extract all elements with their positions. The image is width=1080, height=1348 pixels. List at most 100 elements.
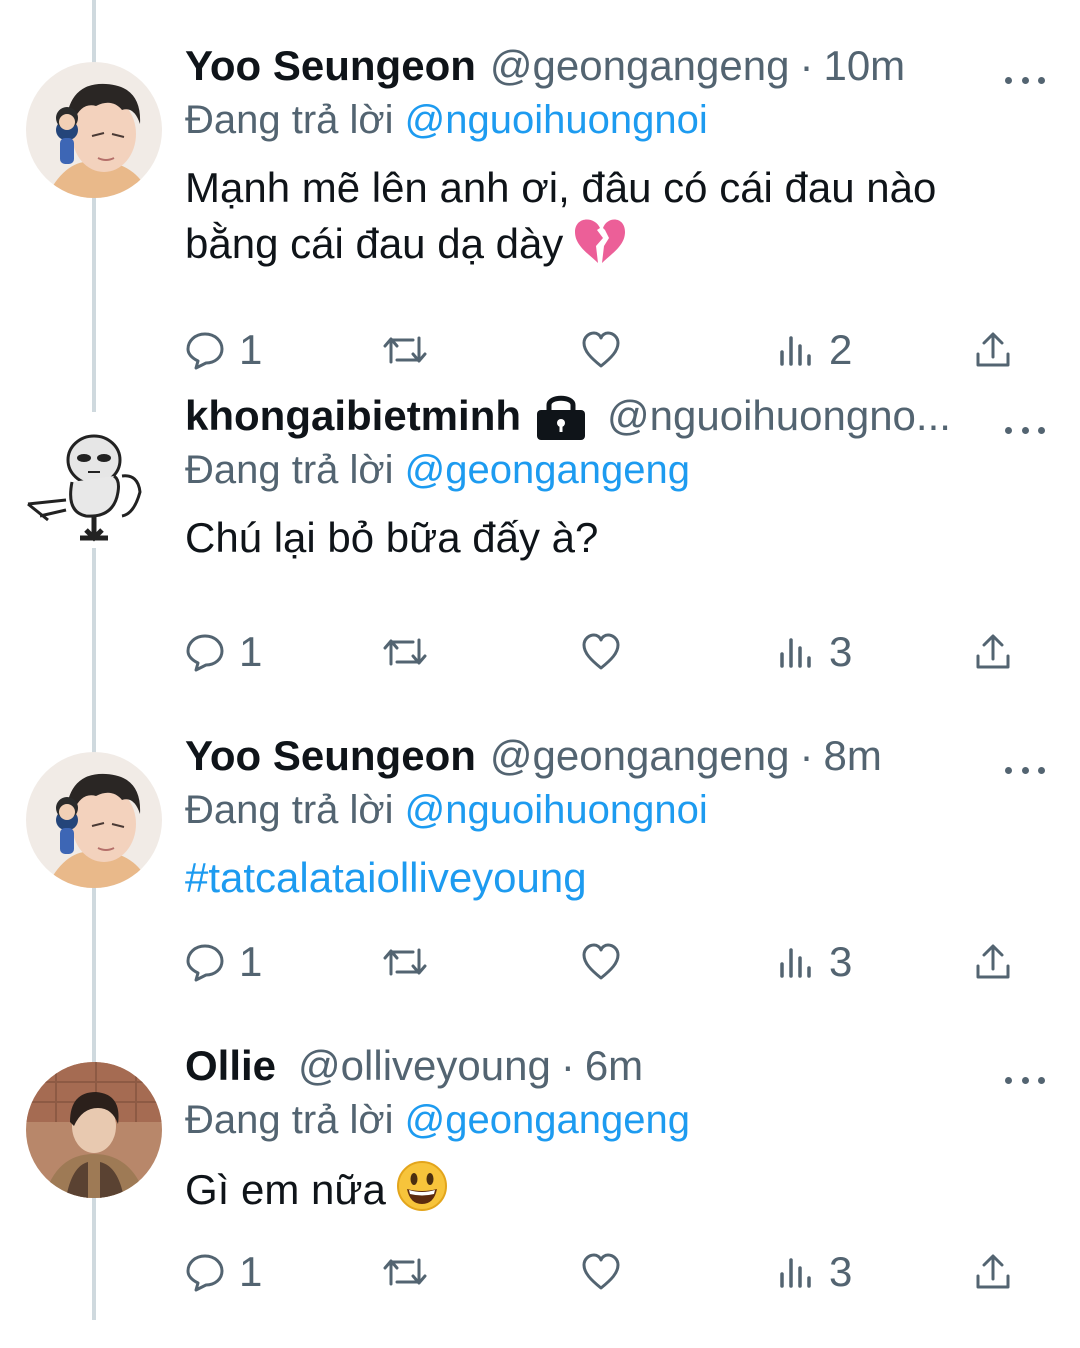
retweet-icon (383, 1258, 427, 1286)
tweet-text: Chú lại bỏ bữa đấy à? (185, 510, 1045, 566)
display-name[interactable]: khongaibietminh (185, 392, 521, 440)
user-handle[interactable]: @olliveyoung (298, 1042, 551, 1090)
reply-count: 1 (239, 326, 263, 373)
timestamp[interactable]: 8m (823, 732, 881, 780)
avatar[interactable] (26, 62, 162, 198)
user-handle[interactable]: @geongangeng (490, 732, 790, 780)
like-button[interactable] (581, 622, 621, 682)
tweet-text-line: Mạnh mẽ lên anh ơi, đâu có cái đau nào (185, 164, 937, 211)
replying-to: Đang trả lời @geongangeng (185, 448, 690, 493)
views-chart-icon (780, 336, 811, 366)
reply-button[interactable]: 1 (185, 932, 262, 992)
heart-icon (582, 943, 620, 980)
reply-button[interactable]: 1 (185, 622, 262, 682)
broken-heart-icon (573, 216, 627, 280)
tweet-1[interactable]: Yoo Seungeon @geongangeng · 10m Đang trả… (0, 28, 1080, 373)
tweet-actions: 1 3 (185, 1242, 1045, 1302)
reply-mention-link[interactable]: @geongangeng (405, 1098, 690, 1142)
reply-button[interactable]: 1 (185, 1242, 262, 1302)
tweet-text-line: Chú lại bỏ bữa đấy à? (185, 514, 599, 561)
retweet-icon (383, 638, 427, 666)
like-button[interactable] (581, 932, 621, 992)
display-name[interactable]: Yoo Seungeon (185, 732, 476, 780)
reply-count: 1 (239, 938, 263, 985)
hashtag-link[interactable]: #tatcalataiolliveyoung (185, 854, 587, 901)
tweet-actions: 1 2 (185, 320, 1045, 380)
share-icon (976, 1254, 1010, 1289)
tweet-actions: 1 3 (185, 932, 1045, 992)
like-button[interactable] (581, 1242, 621, 1302)
replying-to-label: Đang trả lời (185, 788, 394, 832)
heart-icon (582, 1253, 620, 1290)
display-name[interactable]: Yoo Seungeon (185, 42, 476, 90)
more-options-icon[interactable] (1005, 418, 1045, 442)
tweet-text: Gì em nữa (185, 1160, 1045, 1226)
more-options-icon[interactable] (1005, 1068, 1045, 1092)
like-button[interactable] (581, 320, 621, 380)
tweet-header: Ollie @olliveyoung · 6m (185, 1038, 985, 1094)
share-icon (976, 634, 1010, 669)
replying-to-label: Đang trả lời (185, 1098, 394, 1142)
share-button[interactable] (973, 1242, 1013, 1302)
reply-count: 1 (239, 628, 263, 675)
share-icon (976, 944, 1010, 979)
reply-icon (186, 944, 224, 982)
tweet-actions: 1 3 (185, 622, 1045, 682)
tweet-text: Mạnh mẽ lên anh ơi, đâu có cái đau nào b… (185, 160, 1045, 280)
tweet-header: Yoo Seungeon @geongangeng · 8m (185, 728, 985, 784)
avatar[interactable] (26, 1062, 162, 1198)
retweet-button[interactable] (383, 932, 427, 992)
views-button[interactable]: 3 (779, 622, 852, 682)
tweet-4[interactable]: Ollie @olliveyoung · 6m Đang trả lời @ge… (0, 1028, 1080, 1348)
avatar[interactable] (26, 412, 162, 548)
share-button[interactable] (973, 932, 1013, 992)
views-chart-icon (780, 948, 811, 978)
views-count: 2 (829, 326, 853, 373)
views-button[interactable]: 3 (779, 932, 852, 992)
tweet-3[interactable]: Yoo Seungeon @geongangeng · 8m Đang trả … (0, 718, 1080, 1038)
views-count: 3 (829, 1248, 853, 1295)
lock-icon (535, 391, 587, 441)
reply-button[interactable]: 1 (185, 320, 262, 380)
share-icon (976, 332, 1010, 367)
timestamp[interactable]: 6m (585, 1042, 643, 1090)
retweet-icon (383, 948, 427, 976)
replying-to-label: Đang trả lời (185, 448, 394, 492)
tweet-text-line: bằng cái đau dạ dày (185, 220, 564, 267)
more-options-icon[interactable] (1005, 68, 1045, 92)
heart-icon (582, 633, 620, 670)
reply-icon (186, 332, 224, 370)
tweet-text: #tatcalataiolliveyoung (185, 850, 1045, 906)
reply-mention-link[interactable]: @geongangeng (405, 448, 690, 492)
views-count: 3 (829, 938, 853, 985)
heart-icon (582, 331, 620, 368)
tweet-header: Yoo Seungeon @geongangeng · 10m (185, 38, 985, 94)
separator-dot: · (799, 732, 814, 779)
views-button[interactable]: 2 (779, 320, 852, 380)
views-chart-icon (780, 638, 811, 668)
retweet-button[interactable] (383, 622, 427, 682)
replying-to-label: Đang trả lời (185, 98, 394, 142)
replying-to: Đang trả lời @nguoihuongnoi (185, 98, 708, 143)
user-handle[interactable]: @geongangeng (490, 42, 790, 90)
retweet-button[interactable] (383, 320, 427, 380)
tweet-text-line: Gì em nữa (185, 1166, 386, 1213)
replying-to: Đang trả lời @nguoihuongnoi (185, 788, 708, 833)
reply-mention-link[interactable]: @nguoihuongnoi (405, 98, 708, 142)
share-button[interactable] (973, 320, 1013, 380)
views-count: 3 (829, 628, 853, 675)
separator-dot: · (799, 42, 814, 89)
share-button[interactable] (973, 622, 1013, 682)
reply-icon (186, 1254, 224, 1292)
display-name[interactable]: Ollie (185, 1042, 276, 1090)
tweet-header: khongaibietminh @nguoihuongno... (185, 388, 985, 444)
retweet-button[interactable] (383, 1242, 427, 1302)
user-handle[interactable]: @nguoihuongno... (607, 392, 951, 440)
more-options-icon[interactable] (1005, 758, 1045, 782)
reply-mention-link[interactable]: @nguoihuongnoi (405, 788, 708, 832)
views-button[interactable]: 3 (779, 1242, 852, 1302)
avatar[interactable] (26, 752, 162, 888)
tweet-2[interactable]: khongaibietminh @nguoihuongno... Đang tr… (0, 378, 1080, 698)
separator-dot: · (560, 1042, 575, 1089)
timestamp[interactable]: 10m (823, 42, 905, 90)
